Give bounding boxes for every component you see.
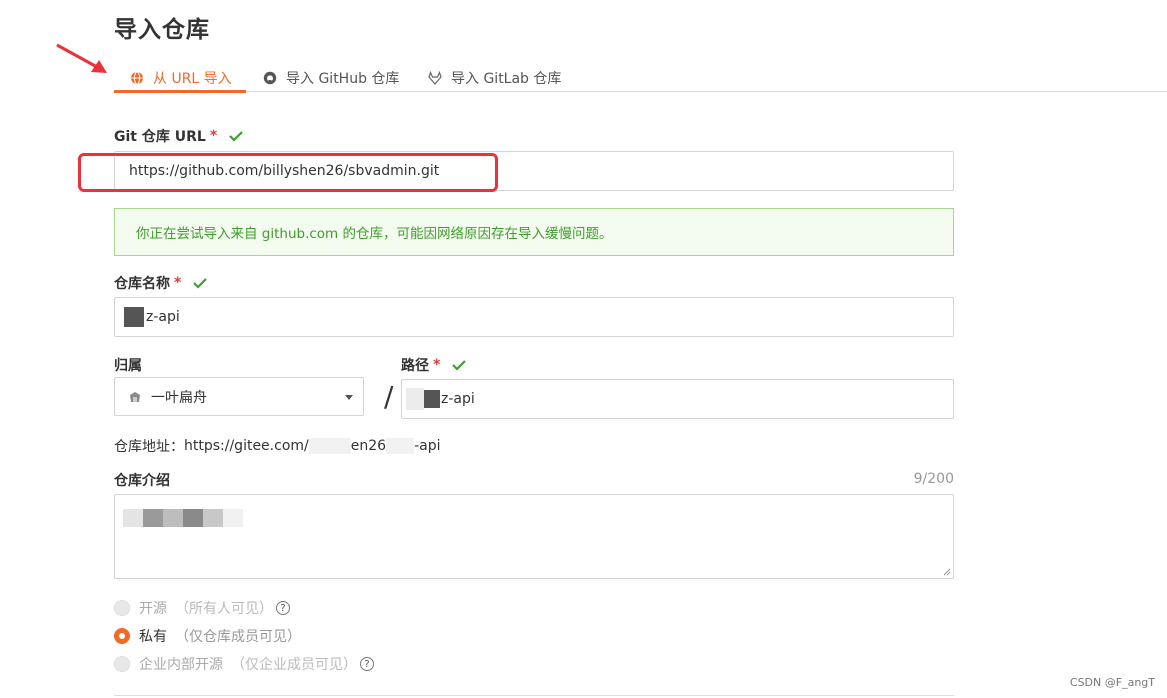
bottom-divider [114,695,954,696]
github-icon [263,71,277,85]
owner-label: 归属 [114,358,142,374]
required-mark: * [433,357,441,373]
help-icon[interactable]: ? [276,601,290,615]
redacted-block [124,307,144,327]
owner-select[interactable]: 一叶扁舟 [114,377,364,416]
description-counter: 9/200 [913,471,954,487]
visibility-option-private[interactable]: 私有 （仅仓库成员可见） [114,626,301,646]
redacted-block [308,438,351,454]
visibility-option-enterprise[interactable]: 企业内部开源 （仅企业成员可见） ? [114,654,374,674]
path-label: 路径 * [401,355,467,375]
tab-label: 导入 GitLab 仓库 [451,71,562,87]
repo-name-label: 仓库名称 * [114,273,208,293]
check-icon [193,278,208,289]
path-input[interactable]: z-api [401,379,954,419]
check-icon [452,360,467,371]
repo-address-label: 仓库地址： [114,439,184,455]
tabs-divider [114,91,1167,92]
required-mark: * [209,128,218,144]
avatar [130,391,140,402]
redacted-block [424,390,440,408]
watermark: CSDN @F_angT [1069,676,1155,689]
radio-button[interactable] [114,628,130,644]
check-icon [229,131,243,142]
tab-import-url[interactable]: 从 URL 导入 [130,64,232,92]
radio-button[interactable] [114,600,130,616]
page-title: 导入仓库 [114,17,210,43]
description-label: 仓库介绍 [114,473,170,489]
repo-address-middle: en26 [350,438,387,454]
globe-icon [131,71,143,85]
resize-handle-icon[interactable] [943,568,951,576]
redacted-text [123,509,243,527]
radio-button[interactable] [114,656,130,672]
help-icon[interactable]: ? [360,657,374,671]
redacted-block [406,388,424,410]
gitlab-icon [428,71,442,85]
redacted-block [386,438,415,454]
path-separator: / [384,380,394,413]
chevron-down-icon [345,395,353,400]
tab-import-gitlab[interactable]: 导入 GitLab 仓库 [428,64,561,92]
required-mark: * [174,275,182,291]
network-notice: 你正在尝试导入来自 github.com 的仓库，可能因网络原因存在导入缓慢问题… [114,208,954,256]
repo-address: 仓库地址： https://gitee.com/ en26 -api [114,436,440,456]
repo-address-prefix: https://gitee.com/ [184,438,309,454]
annotation-highlight-box [78,153,498,192]
visibility-option-public[interactable]: 开源 （所有人可见） ? [114,598,290,618]
active-tab-indicator [114,90,246,93]
repo-name-input[interactable]: z-api [114,297,954,337]
git-url-label: Git 仓库 URL * [114,126,243,146]
annotation-arrow [56,43,107,73]
repo-address-suffix: -api [414,438,441,454]
description-textarea[interactable] [114,494,954,579]
tab-label: 导入 GitHub 仓库 [286,71,400,87]
tab-label: 从 URL 导入 [153,71,232,87]
tab-import-github[interactable]: 导入 GitHub 仓库 [263,64,399,92]
